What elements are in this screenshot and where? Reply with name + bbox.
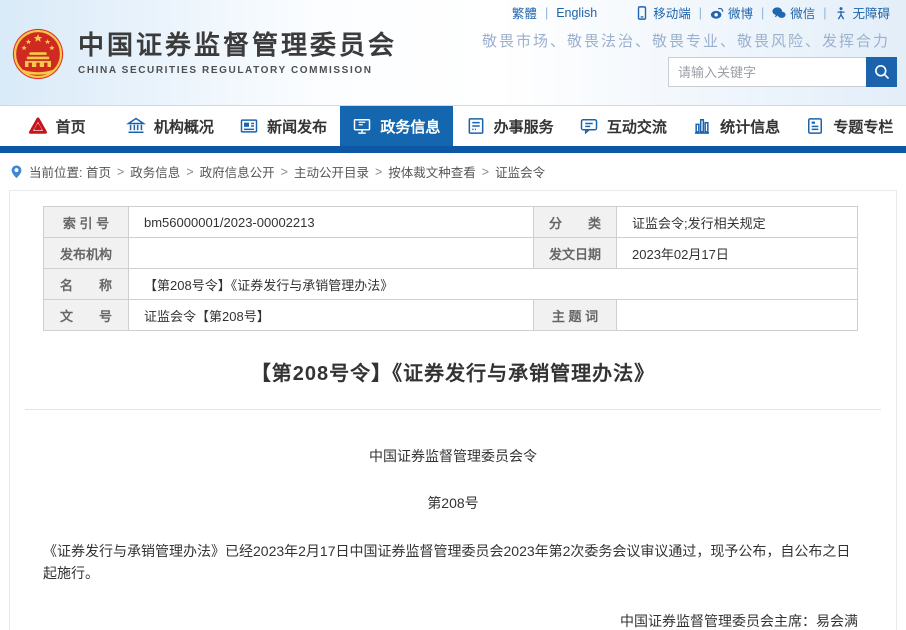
nav-accent-strip bbox=[0, 146, 906, 153]
monitor-icon bbox=[352, 116, 372, 136]
nav-label: 互动交流 bbox=[607, 116, 667, 137]
bank-icon bbox=[126, 116, 146, 136]
nav-item-topics[interactable]: 专题专栏 bbox=[793, 106, 906, 146]
meta-label-index: 索 引 号 bbox=[44, 207, 129, 238]
breadcrumb-separator: > bbox=[482, 165, 489, 179]
csrc-logo-icon bbox=[28, 116, 48, 136]
breadcrumb-item-doc-type[interactable]: 按体裁文种查看 bbox=[388, 162, 476, 181]
nav-item-home[interactable]: 首页 bbox=[0, 106, 113, 146]
nav-label: 统计信息 bbox=[720, 116, 780, 137]
breadcrumb-separator: > bbox=[375, 165, 382, 179]
nav-label: 新闻发布 bbox=[267, 116, 327, 137]
document-meta-table: 索 引 号 bm56000001/2023-00002213 分 类 证监会令;… bbox=[43, 206, 858, 331]
mobile-icon bbox=[635, 6, 649, 20]
meta-label-name: 名 称 bbox=[44, 269, 129, 300]
site-title-block: 中国证券监督管理委员会 CHINA SECURITIES REGULATORY … bbox=[78, 26, 397, 76]
breadcrumb-prefix: 当前位置: bbox=[29, 162, 82, 181]
search-bar bbox=[668, 57, 897, 87]
top-links: 繁體 | English 移动端 | 微博 | bbox=[512, 3, 890, 22]
breadcrumb-separator: > bbox=[186, 165, 193, 179]
meta-label-docno: 文 号 bbox=[44, 300, 129, 331]
meta-label-category: 分 类 bbox=[534, 207, 617, 238]
table-row: 文 号 证监会令【第208号】 主 题 词 bbox=[44, 300, 858, 331]
quick-link-label: 无障碍 bbox=[852, 3, 890, 22]
quick-link-accessibility[interactable]: 无障碍 bbox=[834, 3, 890, 22]
quick-link-label: 微博 bbox=[728, 3, 753, 22]
lang-link-english[interactable]: English bbox=[556, 6, 597, 20]
search-icon bbox=[873, 63, 891, 81]
nav-item-government-info[interactable]: 政务信息 bbox=[340, 106, 453, 146]
nav-item-about[interactable]: 机构概况 bbox=[113, 106, 226, 146]
clipboard-list-icon bbox=[466, 116, 486, 136]
article-signature: 中国证券监督管理委员会主席：易会满 bbox=[10, 611, 858, 630]
content-card: 索 引 号 bm56000001/2023-00002213 分 类 证监会令;… bbox=[9, 190, 897, 630]
breadcrumb-item-home[interactable]: 首页 bbox=[86, 162, 111, 181]
nav-label: 专题专栏 bbox=[833, 116, 893, 137]
nav-label: 机构概况 bbox=[154, 116, 214, 137]
national-emblem-icon bbox=[12, 26, 64, 82]
quick-link-wechat[interactable]: 微信 bbox=[772, 3, 815, 22]
breadcrumb-item-gov-info[interactable]: 政务信息 bbox=[130, 162, 180, 181]
divider bbox=[25, 409, 881, 410]
nav-item-interaction[interactable]: 互动交流 bbox=[566, 106, 679, 146]
lang-link-label: 繁體 bbox=[512, 3, 537, 22]
nav-item-news[interactable]: 新闻发布 bbox=[227, 106, 340, 146]
search-button[interactable] bbox=[866, 57, 897, 87]
wechat-icon bbox=[772, 6, 786, 20]
chat-bubble-icon bbox=[579, 116, 599, 136]
table-row: 索 引 号 bm56000001/2023-00002213 分 类 证监会令;… bbox=[44, 207, 858, 238]
site-header: 中国证券监督管理委员会 CHINA SECURITIES REGULATORY … bbox=[0, 0, 906, 105]
document-icon bbox=[805, 116, 825, 136]
table-row: 名 称 【第208号令】《证券发行与承销管理办法》 bbox=[44, 269, 858, 300]
nav-item-statistics[interactable]: 统计信息 bbox=[680, 106, 793, 146]
site-slogan: 敬畏市场、敬畏法治、敬畏专业、敬畏风险、发挥合力 bbox=[482, 30, 890, 51]
quick-link-mobile[interactable]: 移动端 bbox=[635, 3, 691, 22]
separator: | bbox=[699, 6, 702, 20]
nav-label: 办事服务 bbox=[494, 116, 554, 137]
nav-item-services[interactable]: 办事服务 bbox=[453, 106, 566, 146]
separator: | bbox=[761, 6, 764, 20]
meta-value-keywords bbox=[617, 300, 858, 331]
meta-value-category: 证监会令;发行相关规定 bbox=[617, 207, 858, 238]
meta-label-org: 发布机构 bbox=[44, 238, 129, 269]
page: 中国证券监督管理委员会 CHINA SECURITIES REGULATORY … bbox=[0, 0, 906, 630]
site-subtitle: CHINA SECURITIES REGULATORY COMMISSION bbox=[78, 65, 397, 76]
lang-link-traditional[interactable]: 繁體 bbox=[512, 3, 537, 22]
article-number-line: 第208号 bbox=[10, 493, 896, 513]
site-title: 中国证券监督管理委员会 bbox=[78, 30, 397, 61]
weibo-icon bbox=[710, 6, 724, 20]
quick-link-weibo[interactable]: 微博 bbox=[710, 3, 753, 22]
quick-link-label: 微信 bbox=[790, 3, 815, 22]
separator: | bbox=[545, 6, 548, 20]
location-pin-icon bbox=[10, 164, 23, 180]
article-title: 【第208号令】《证券发行与承销管理办法》 bbox=[10, 357, 896, 386]
nav-label: 首页 bbox=[56, 116, 86, 137]
meta-label-keywords: 主 题 词 bbox=[534, 300, 617, 331]
breadcrumb-item-disclosure[interactable]: 政府信息公开 bbox=[200, 162, 275, 181]
meta-label-pubdate: 发文日期 bbox=[534, 238, 617, 269]
meta-value-pubdate: 2023年02月17日 bbox=[617, 238, 858, 269]
nav-label: 政务信息 bbox=[380, 116, 440, 137]
main-nav: 首页 机构概况 新闻发布 政务信息 bbox=[0, 105, 906, 146]
table-row: 发布机构 发文日期 2023年02月17日 bbox=[44, 238, 858, 269]
meta-value-index: bm56000001/2023-00002213 bbox=[129, 207, 534, 238]
lang-link-label: English bbox=[556, 6, 597, 20]
quick-link-label: 移动端 bbox=[653, 3, 691, 22]
breadcrumb: 当前位置: 首页 > 政务信息 > 政府信息公开 > 主动公开目录 > 按体裁文… bbox=[0, 153, 906, 190]
meta-value-docno: 证监会令【第208号】 bbox=[129, 300, 534, 331]
newspaper-icon bbox=[239, 116, 259, 136]
bar-chart-icon bbox=[692, 116, 712, 136]
meta-value-org bbox=[129, 238, 534, 269]
separator: | bbox=[823, 6, 826, 20]
article-issuer-line: 中国证券监督管理委员会令 bbox=[10, 446, 896, 466]
search-input[interactable] bbox=[668, 57, 866, 87]
breadcrumb-separator: > bbox=[117, 165, 124, 179]
breadcrumb-item-current: 证监会令 bbox=[495, 162, 545, 181]
breadcrumb-separator: > bbox=[281, 165, 288, 179]
accessibility-icon bbox=[834, 6, 848, 20]
breadcrumb-item-catalog[interactable]: 主动公开目录 bbox=[294, 162, 369, 181]
article-paragraph: 《证券发行与承销管理办法》已经2023年2月17日中国证券监督管理委员会2023… bbox=[43, 540, 860, 585]
meta-value-name: 【第208号令】《证券发行与承销管理办法》 bbox=[129, 269, 858, 300]
site-logo[interactable]: 中国证券监督管理委员会 CHINA SECURITIES REGULATORY … bbox=[12, 26, 397, 82]
